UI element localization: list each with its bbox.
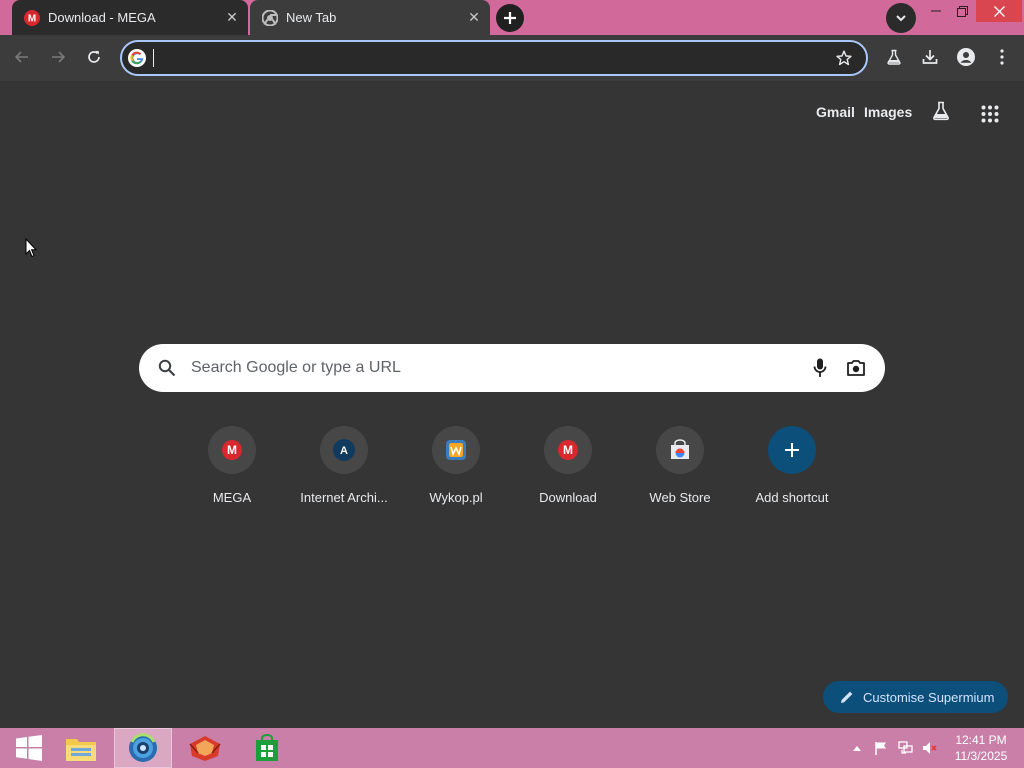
shortcut-tile: A — [320, 426, 368, 474]
tab-strip: M Download - MEGA ✕ New Tab ✕ — [0, 0, 1024, 35]
add-shortcut-button[interactable]: Add shortcut — [736, 426, 848, 516]
shortcut-label: Web Store — [649, 490, 711, 505]
network-icon[interactable] — [896, 728, 916, 768]
shortcut-label: MEGA — [212, 490, 252, 505]
close-tab-icon[interactable]: ✕ — [464, 8, 484, 28]
microphone-icon[interactable] — [808, 356, 832, 380]
webstore-icon — [671, 439, 689, 459]
tab-download-mega[interactable]: M Download - MEGA ✕ — [12, 0, 248, 35]
windows-logo-icon — [16, 735, 42, 761]
svg-text:M: M — [28, 13, 36, 24]
menu-icon[interactable] — [989, 44, 1015, 70]
fox-app-icon — [189, 736, 221, 761]
shortcut-label: Wykop.pl — [429, 490, 483, 505]
mega-icon: M — [558, 440, 578, 460]
tab-title: Download - MEGA — [48, 10, 156, 25]
shortcut-tile: M — [544, 426, 592, 474]
volume-muted-icon[interactable] — [920, 728, 940, 768]
folder-icon — [66, 739, 96, 761]
apps-grid-icon[interactable] — [981, 105, 999, 126]
fox-app-taskbar-item[interactable] — [176, 728, 234, 768]
restore-icon — [956, 5, 968, 17]
omnibox-input[interactable] — [158, 50, 832, 66]
mouse-cursor-icon — [25, 237, 38, 258]
tab-new-tab[interactable]: New Tab ✕ — [250, 0, 490, 35]
images-link[interactable]: Images — [864, 104, 912, 120]
search-placeholder[interactable]: Search Google or type a URL — [191, 359, 808, 377]
customise-button[interactable]: Customise Supermium — [823, 681, 1008, 713]
forward-button[interactable] — [44, 43, 72, 71]
minimize-icon — [931, 10, 941, 12]
ntp-top-links: Gmail Images — [0, 101, 1024, 126]
labs-icon[interactable] — [931, 101, 951, 124]
close-icon — [993, 5, 1005, 17]
shortcut-label: Add shortcut — [755, 490, 829, 505]
clock-time: 12:41 PM — [955, 733, 1007, 747]
shortcut-label: Download — [539, 490, 597, 505]
supermium-taskbar-item[interactable] — [114, 728, 172, 768]
tab-title: New Tab — [286, 10, 337, 25]
store-taskbar-item[interactable] — [238, 728, 296, 768]
camera-search-icon[interactable] — [844, 356, 868, 380]
google-icon — [128, 49, 146, 67]
action-center-flag-icon[interactable] — [872, 728, 890, 768]
wykop-icon — [446, 440, 466, 460]
minimize-button[interactable] — [924, 0, 948, 22]
google-search-box[interactable]: Search Google or type a URL — [139, 344, 885, 392]
start-button[interactable] — [0, 728, 58, 768]
shortcut-label: Internet Archi... — [300, 490, 388, 505]
svg-text:A: A — [340, 445, 348, 457]
back-button[interactable] — [8, 43, 36, 71]
address-bar[interactable] — [120, 40, 868, 76]
show-hidden-icons-button[interactable] — [850, 728, 864, 768]
archive-icon: A — [333, 439, 355, 461]
customise-label: Customise Supermium — [863, 689, 995, 705]
search-icon — [157, 358, 177, 378]
file-explorer-taskbar-item[interactable] — [52, 728, 110, 768]
svg-text:M: M — [563, 443, 573, 457]
labs-icon[interactable] — [881, 44, 907, 70]
shortcut-tile — [768, 426, 816, 474]
shortcut-tile: M — [208, 426, 256, 474]
reload-icon — [88, 50, 100, 63]
browser-toolbar — [0, 35, 1024, 81]
clock-date: 11/3/2025 — [954, 749, 1008, 763]
back-arrow-icon — [14, 51, 28, 63]
plus-icon — [504, 12, 516, 24]
window-close-button[interactable] — [976, 0, 1022, 22]
download-icon[interactable] — [917, 44, 943, 70]
mega-icon: M — [222, 440, 242, 460]
supermium-browser-icon — [129, 733, 157, 762]
shortcut-mega[interactable]: M MEGA — [176, 426, 288, 516]
windows-taskbar: 12:41 PM 11/3/2025 — [0, 728, 1024, 768]
shortcut-tile — [432, 426, 480, 474]
profile-icon[interactable] — [953, 44, 979, 70]
shortcut-download[interactable]: M Download — [512, 426, 624, 516]
svg-text:M: M — [227, 443, 237, 457]
shortcut-wykop[interactable]: Wykop.pl — [400, 426, 512, 516]
pencil-icon — [839, 689, 855, 705]
shortcut-tile — [656, 426, 704, 474]
system-clock[interactable]: 12:41 PM 11/3/2025 — [948, 732, 1014, 764]
chevron-down-icon — [896, 15, 906, 22]
restore-button[interactable] — [950, 0, 974, 22]
text-caret — [153, 49, 154, 67]
forward-arrow-icon — [52, 51, 66, 63]
chrome-icon — [262, 9, 278, 26]
store-icon — [256, 734, 278, 761]
shortcut-web-store[interactable]: Web Store — [624, 426, 736, 516]
reload-button[interactable] — [80, 43, 108, 71]
mega-icon: M — [24, 9, 40, 26]
chevron-up-icon — [853, 746, 861, 751]
close-tab-icon[interactable]: ✕ — [222, 8, 242, 28]
tab-search-button[interactable] — [886, 3, 916, 33]
star-icon[interactable] — [832, 46, 856, 70]
shortcut-internet-archive[interactable]: A Internet Archi... — [288, 426, 400, 516]
new-tab-button[interactable] — [496, 4, 524, 32]
gmail-link[interactable]: Gmail — [816, 104, 855, 120]
plus-icon — [785, 443, 799, 457]
